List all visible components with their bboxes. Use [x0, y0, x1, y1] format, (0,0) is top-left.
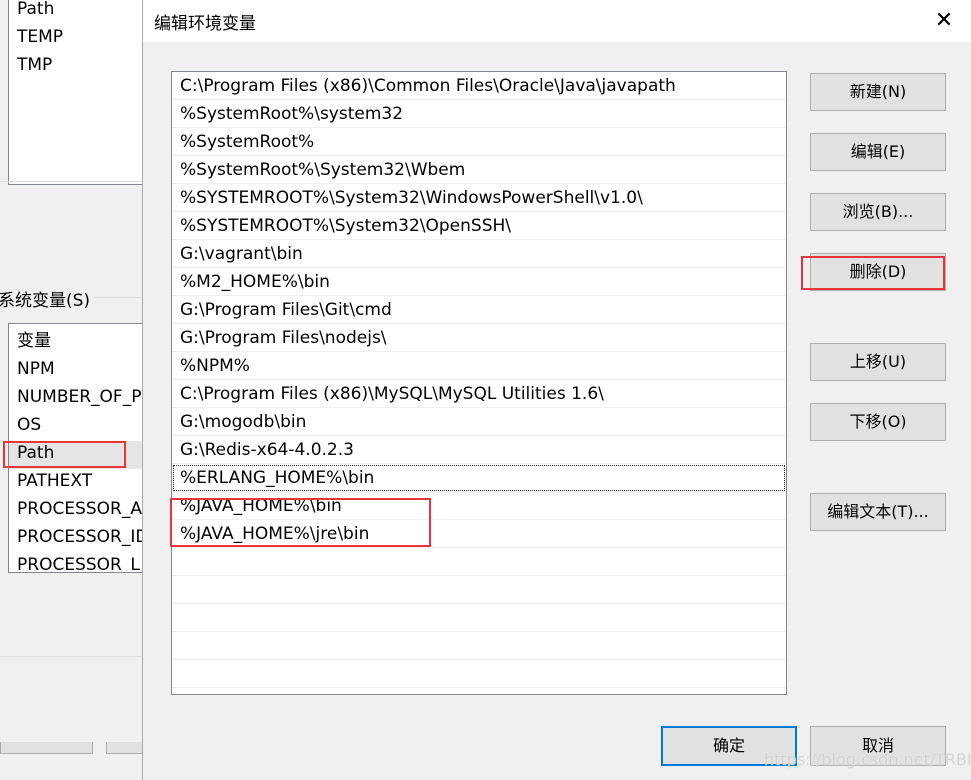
path-entry[interactable]: G:\Program Files\Git\cmd [172, 296, 786, 324]
background-button[interactable] [0, 742, 93, 754]
path-entry[interactable]: %SYSTEMROOT%\System32\WindowsPowerShell\… [172, 184, 786, 212]
empty-row[interactable] [172, 604, 786, 632]
path-entry[interactable]: %SystemRoot% [172, 128, 786, 156]
list-item[interactable]: TEMP [17, 23, 63, 51]
path-entry[interactable]: C:\Program Files (x86)\MySQL\MySQL Utili… [172, 380, 786, 408]
divider [0, 181, 142, 182]
browse-button[interactable]: 浏览(B)... [810, 193, 946, 231]
path-entries-list[interactable]: C:\Program Files (x86)\Common Files\Orac… [171, 71, 787, 695]
list-item[interactable]: NPM [17, 355, 55, 383]
path-entry-focused[interactable]: %ERLANG_HOME%\bin [172, 464, 786, 492]
path-entry[interactable]: %NPM% [172, 352, 786, 380]
move-up-button[interactable]: 上移(U) [810, 343, 946, 381]
empty-row[interactable] [172, 632, 786, 660]
system-variables-label: 系统变量(S) [0, 286, 95, 311]
list-item[interactable]: OS [17, 411, 41, 439]
background-button[interactable] [106, 742, 146, 754]
edit-env-var-dialog: 编辑环境变量 ✕ C:\Program Files (x86)\Common F… [142, 0, 971, 780]
path-entry[interactable]: G:\vagrant\bin [172, 240, 786, 268]
path-entry[interactable]: %SYSTEMROOT%\System32\OpenSSH\ [172, 212, 786, 240]
divider [0, 656, 142, 657]
edit-text-button[interactable]: 编辑文本(T)... [810, 493, 946, 531]
path-entry[interactable]: G:\mogodb\bin [172, 408, 786, 436]
list-item[interactable]: PROCESSOR_ID [17, 523, 148, 551]
path-entry[interactable]: %SystemRoot%\system32 [172, 100, 786, 128]
highlight-box-path [3, 441, 126, 468]
list-item[interactable]: Path [17, 0, 54, 23]
title-bar: 编辑环境变量 ✕ [143, 0, 971, 42]
path-entry[interactable]: %M2_HOME%\bin [172, 268, 786, 296]
empty-row[interactable] [172, 548, 786, 576]
path-entry[interactable]: G:\Program Files\nodejs\ [172, 324, 786, 352]
user-variables-list[interactable]: Path TEMP TMP [8, 0, 158, 185]
list-item[interactable]: NUMBER_OF_P [17, 383, 141, 411]
path-entry[interactable]: G:\Redis-x64-4.0.2.3 [172, 436, 786, 464]
list-item[interactable]: PROCESSOR_A [17, 495, 142, 523]
dialog-title: 编辑环境变量 [154, 14, 256, 34]
close-icon[interactable]: ✕ [929, 6, 959, 36]
path-entry[interactable]: %SystemRoot%\System32\Wbem [172, 156, 786, 184]
empty-row[interactable] [172, 576, 786, 604]
watermark: https://blog.csdn.net/TRBIIT [764, 750, 971, 769]
list-item[interactable]: PATHEXT [17, 467, 92, 495]
list-item[interactable]: PROCESSOR_L [17, 551, 140, 572]
move-down-button[interactable]: 下移(O) [810, 403, 946, 441]
edit-button[interactable]: 编辑(E) [810, 133, 946, 171]
list-item[interactable]: TMP [17, 51, 52, 79]
highlight-box-delete [801, 256, 945, 290]
highlight-box-java-entries [170, 498, 431, 547]
path-entry[interactable]: C:\Program Files (x86)\Common Files\Orac… [172, 72, 786, 100]
column-header-variable[interactable]: 变量 [17, 327, 51, 355]
empty-row[interactable] [172, 660, 786, 688]
new-button[interactable]: 新建(N) [810, 73, 946, 111]
